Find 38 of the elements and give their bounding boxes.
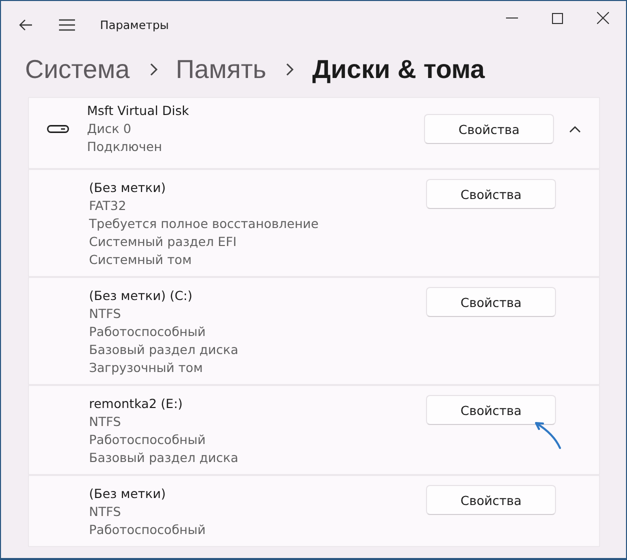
page-title: Диски & тома: [312, 54, 485, 84]
maximize-icon[interactable]: [552, 12, 563, 24]
properties-button[interactable]: Свойства: [426, 287, 556, 317]
volume-detail: Загрузочный том: [89, 359, 204, 377]
volume-detail: Работоспособный: [89, 521, 207, 539]
volume-name: remontka2 (E:): [89, 395, 184, 413]
volume-detail: Работоспособный: [89, 431, 207, 449]
disk-detail: Диск 0: [87, 120, 132, 138]
disk-name: Msft Virtual Disk: [87, 102, 190, 120]
volume-detail: Требуется полное восстановление: [89, 215, 320, 233]
chevron-right-icon: [150, 62, 158, 76]
volume-detail: NTFS: [89, 503, 122, 521]
volume-detail: Базовый раздел диска: [89, 449, 240, 467]
drive-icon: [47, 125, 69, 133]
properties-button[interactable]: Свойства: [426, 395, 556, 425]
volume-detail: Системный раздел EFI: [89, 233, 238, 251]
volume-detail: Базовый раздел диска: [89, 341, 240, 359]
window-title: Параметры: [100, 18, 169, 32]
breadcrumb-link[interactable]: Память: [176, 54, 266, 84]
properties-button[interactable]: Свойства: [424, 114, 554, 144]
back-icon[interactable]: [19, 19, 33, 31]
breadcrumb-link[interactable]: Система: [25, 54, 130, 84]
disk-detail: Подключен: [87, 138, 163, 156]
volume-name: (Без метки): [89, 485, 167, 503]
volume-name: (Без метки) (C:): [89, 287, 194, 305]
volume-detail: Работоспособный: [89, 323, 207, 341]
volume-detail: NTFS: [89, 413, 122, 431]
minimize-icon[interactable]: [506, 17, 518, 19]
menu-icon[interactable]: [59, 19, 75, 31]
close-icon[interactable]: [597, 12, 609, 24]
chevron-icon[interactable]: [569, 126, 581, 132]
properties-button[interactable]: Свойства: [426, 179, 556, 209]
volume-name: (Без метки): [89, 179, 167, 197]
volume-detail: FAT32: [89, 197, 128, 215]
volume-detail: Системный том: [89, 251, 193, 269]
volume-detail: NTFS: [89, 305, 122, 323]
chevron-right-icon: [286, 62, 294, 76]
properties-button[interactable]: Свойства: [426, 485, 556, 515]
